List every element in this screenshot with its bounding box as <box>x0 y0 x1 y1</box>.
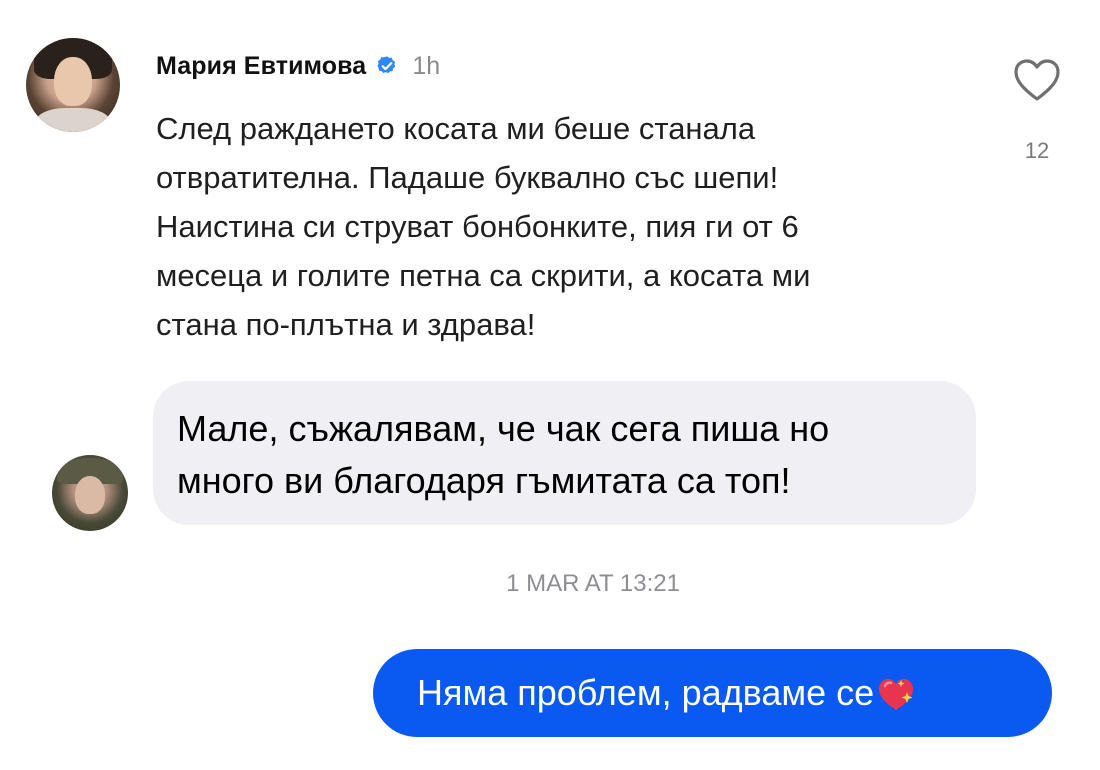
commenter-avatar[interactable] <box>26 38 120 132</box>
outgoing-message-bubble[interactable]: Няма проблем, радваме се <box>373 649 1052 737</box>
sender-avatar[interactable] <box>52 455 128 531</box>
message-timestamp: 1 MAR AT 13:21 <box>506 570 680 597</box>
author-name[interactable]: Мария Евтимова <box>156 52 366 81</box>
outgoing-message-text: Няма проблем, радваме се <box>417 672 875 713</box>
incoming-message-bubble[interactable]: Мале, съжалявам, че чак сега пиша но мно… <box>153 381 976 525</box>
comment-card: Мария Евтимова 1h След раждането косата … <box>0 0 1100 360</box>
comment-time: 1h <box>412 51 441 80</box>
like-count: 12 <box>1024 138 1050 163</box>
sparkling-heart-icon <box>876 677 916 713</box>
verified-badge-icon <box>376 55 398 77</box>
comment-header: Мария Евтимова 1h <box>156 50 440 82</box>
comment-text: След раждането косата ми беше станала от… <box>156 111 811 342</box>
like-button[interactable] <box>1012 58 1062 104</box>
heart-outline-icon <box>1014 59 1060 101</box>
